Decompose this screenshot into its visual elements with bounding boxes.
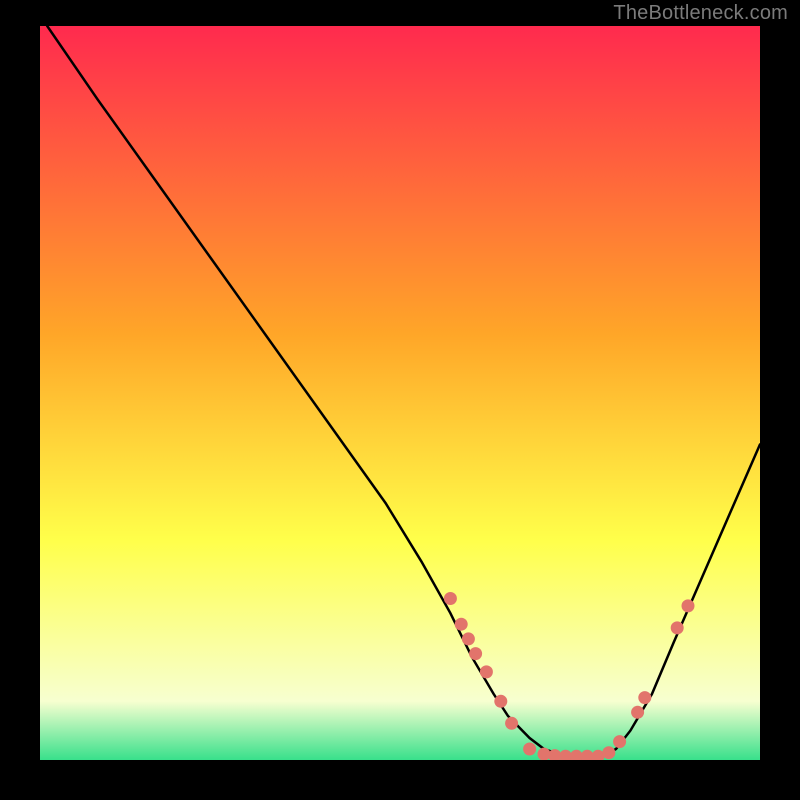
data-marker [455, 618, 468, 631]
attribution-label: TheBottleneck.com [613, 2, 788, 25]
gradient-background [40, 26, 760, 760]
plot-svg [40, 26, 760, 760]
data-marker [469, 647, 482, 660]
data-marker [682, 599, 695, 612]
plot-area [40, 26, 760, 760]
chart-container: TheBottleneck.com [0, 0, 800, 800]
data-marker [462, 632, 475, 645]
data-marker [613, 735, 626, 748]
data-marker [671, 621, 684, 634]
data-marker [494, 695, 507, 708]
data-marker [505, 717, 518, 730]
data-marker [444, 592, 457, 605]
data-marker [538, 748, 551, 760]
data-marker [631, 706, 644, 719]
data-marker [638, 691, 651, 704]
data-marker [602, 746, 615, 759]
data-marker [523, 743, 536, 756]
data-marker [480, 665, 493, 678]
